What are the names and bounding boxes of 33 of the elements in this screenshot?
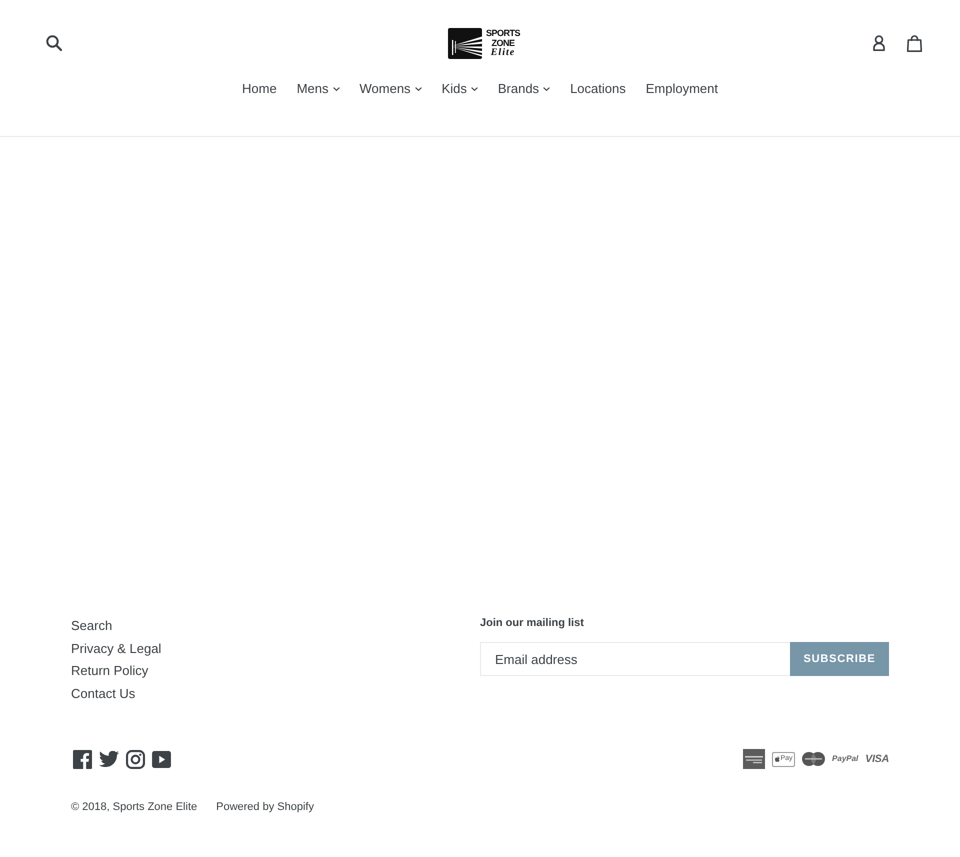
mastercard-icon bbox=[802, 752, 826, 766]
apple-icon bbox=[774, 756, 780, 762]
footer-link[interactable]: Search bbox=[71, 615, 112, 638]
youtube-icon[interactable] bbox=[152, 750, 171, 768]
nav-link[interactable]: Mens bbox=[286, 79, 350, 99]
paypal-wordmark: PayPal bbox=[832, 754, 858, 764]
bag-icon[interactable] bbox=[907, 34, 922, 52]
nav-link[interactable]: Womens bbox=[350, 79, 432, 99]
logo-link[interactable]: SPORTS ZONE Elite bbox=[448, 28, 520, 58]
nav-link[interactable]: Employment bbox=[636, 79, 728, 99]
search-icon[interactable] bbox=[46, 35, 62, 51]
copyright-text: © 2018, Sports Zone Elite bbox=[71, 800, 198, 815]
powered-by-link[interactable]: Powered by Shopify bbox=[216, 799, 314, 815]
nav-link[interactable]: Brands bbox=[488, 79, 560, 99]
email-field[interactable]: Email address bbox=[480, 642, 790, 676]
amex-card-icon bbox=[743, 749, 766, 769]
chevron-down-icon bbox=[332, 87, 340, 91]
instagram-icon[interactable] bbox=[126, 750, 145, 768]
newsletter-heading: Join our mailing list bbox=[480, 616, 585, 631]
chevron-down-icon bbox=[470, 87, 478, 91]
chevron-down-icon bbox=[414, 87, 422, 91]
visa-wordmark: VISA bbox=[865, 753, 889, 765]
nav-link[interactable]: Home bbox=[232, 79, 287, 99]
nav-link[interactable]: Locations bbox=[560, 79, 636, 99]
footer-link[interactable]: Contact Us bbox=[71, 682, 136, 705]
facebook-icon[interactable] bbox=[73, 750, 92, 768]
footer-link[interactable]: Return Policy bbox=[71, 660, 148, 682]
footer-link[interactable]: Privacy & Legal bbox=[71, 638, 162, 660]
twitter-icon[interactable] bbox=[99, 751, 119, 767]
logo-mark-icon bbox=[448, 28, 482, 58]
chevron-down-icon bbox=[543, 87, 550, 91]
nav-link[interactable]: Kids bbox=[432, 79, 488, 99]
person-icon[interactable] bbox=[873, 35, 885, 51]
